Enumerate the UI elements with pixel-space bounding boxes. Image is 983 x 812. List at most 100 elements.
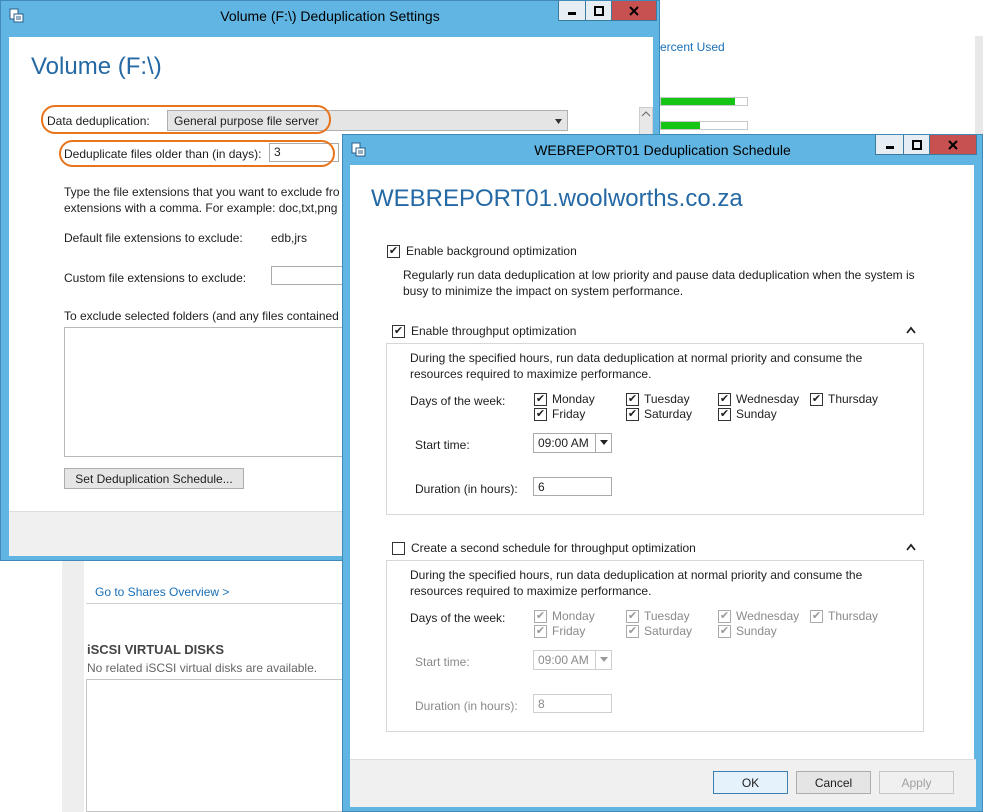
dropdown-arrow-icon (554, 115, 563, 129)
maximize-button[interactable] (585, 1, 612, 21)
bg-optimization-checkbox[interactable]: ✔ (387, 244, 400, 258)
schedule2-start-time-select: 09:00 AM (533, 650, 612, 670)
throughput-optimization-label: Enable throughput optimization (411, 324, 577, 338)
volume-dialog-scrollbar[interactable] (639, 107, 653, 135)
schedule2-start-label: Start time: (415, 655, 470, 669)
schedule2-days-label: Days of the week: (410, 611, 506, 625)
checkbox: ✔ (626, 609, 639, 623)
extension-help-line1: Type the file extensions that you want t… (64, 185, 340, 199)
checkbox: ✔ (810, 609, 823, 623)
percent-used-column-header[interactable]: ercent Used (660, 40, 725, 54)
excluded-folders-list[interactable] (64, 327, 354, 457)
schedule2-duration-label: Duration (in hours): (415, 699, 518, 713)
minimize-button[interactable] (558, 1, 586, 21)
schedule2-duration-input: 8 (533, 694, 612, 713)
day-checkbox-friday[interactable]: ✔ Friday (534, 407, 585, 421)
checkbox[interactable]: ✔ (534, 392, 547, 406)
checkbox: ✔ (534, 624, 547, 638)
minimize-button[interactable] (875, 135, 904, 155)
schedule2-desc-2: resources required to maximize performan… (410, 584, 652, 598)
custom-ext-input[interactable] (271, 266, 351, 285)
schedule1-start-time-select[interactable]: 09:00 AM (533, 433, 612, 453)
close-button[interactable] (611, 1, 657, 21)
ok-button[interactable]: OK (713, 771, 788, 794)
schedule1-duration-label: Duration (in hours): (415, 482, 518, 496)
usage-bar (660, 121, 748, 130)
usage-bar (660, 97, 748, 106)
checkbox[interactable]: ✔ (718, 407, 731, 421)
second-schedule-row[interactable]: Create a second schedule for throughput … (392, 541, 696, 555)
chevron-up-icon[interactable] (906, 543, 916, 551)
maximize-icon (911, 139, 922, 150)
checkbox: ✔ (718, 624, 731, 638)
highlight-ellipse (59, 140, 335, 167)
shares-overview-link[interactable]: Go to Shares Overview > (95, 585, 229, 599)
schedule-dialog-body: WEBREPORT01.woolworths.co.za ✔ Enable ba… (350, 165, 976, 807)
iscsi-list-box (86, 679, 346, 812)
day-checkbox-friday: ✔ Friday (534, 624, 585, 638)
day-label: Monday (552, 609, 595, 623)
set-schedule-button[interactable]: Set Deduplication Schedule... (64, 468, 244, 489)
second-schedule-checkbox[interactable] (392, 541, 405, 555)
throughput-optimization-row[interactable]: ✔ Enable throughput optimization (392, 324, 576, 338)
minimize-icon (885, 145, 894, 149)
throughput-optimization-checkbox[interactable]: ✔ (392, 324, 405, 338)
iscsi-section-title: iSCSI VIRTUAL DISKS (87, 642, 225, 657)
checkbox: ✔ (534, 609, 547, 623)
day-checkbox-saturday: ✔ Saturday (626, 624, 692, 638)
day-label: Sunday (736, 407, 777, 421)
maximize-button[interactable] (903, 135, 930, 155)
exclude-folders-text: To exclude selected folders (and any fil… (64, 309, 345, 323)
highlight-ellipse (41, 105, 331, 134)
schedule1-duration-input[interactable]: 6 (533, 477, 612, 496)
day-checkbox-tuesday[interactable]: ✔ Tuesday (626, 392, 690, 406)
day-checkbox-sunday[interactable]: ✔ Sunday (718, 407, 777, 421)
dropdown-arrow-icon[interactable] (595, 434, 611, 452)
day-label: Wednesday (736, 392, 800, 406)
day-label: Thursday (828, 392, 879, 406)
usage-bar-fill (661, 98, 735, 105)
day-checkbox-wednesday[interactable]: ✔ Wednesday (718, 392, 799, 406)
checkbox[interactable]: ✔ (810, 392, 823, 406)
maximize-icon (593, 5, 604, 16)
day-label: Saturday (644, 407, 693, 421)
day-checkbox-thursday[interactable]: ✔ Thursday (810, 392, 878, 406)
day-label: Wednesday (736, 609, 800, 623)
schedule-dialog-footer: OK Cancel Apply (350, 759, 976, 807)
schedule-dialog-titlebar[interactable]: WEBREPORT01 Deduplication Schedule (343, 135, 982, 165)
day-checkbox-monday[interactable]: ✔ Monday (534, 392, 595, 406)
day-checkbox-thursday: ✔ Thursday (810, 609, 878, 623)
schedule1-panel: During the specified hours, run data ded… (386, 343, 924, 515)
custom-ext-label: Custom file extensions to exclude: (64, 271, 247, 285)
apply-button[interactable]: Apply (879, 771, 954, 794)
bg-optimization-desc-1: Regularly run data deduplication at low … (403, 268, 915, 282)
iscsi-empty-text: No related iSCSI virtual disks are avail… (87, 661, 318, 675)
day-label: Sunday (736, 624, 777, 638)
volume-dialog-titlebar[interactable]: Volume (F:\) Deduplication Settings (1, 1, 659, 31)
left-panel-strip (62, 560, 84, 812)
divider (86, 603, 342, 604)
day-checkbox-saturday[interactable]: ✔ Saturday (626, 407, 692, 421)
minimize-icon (568, 11, 576, 15)
checkbox[interactable]: ✔ (626, 392, 639, 406)
bg-optimization-desc-2: busy to minimize the impact on system pe… (403, 284, 684, 298)
day-checkbox-tuesday: ✔ Tuesday (626, 609, 690, 623)
chevron-up-icon[interactable] (906, 326, 916, 334)
extension-help-line2: extensions with a comma. For example: do… (64, 201, 338, 215)
close-button[interactable] (929, 135, 977, 155)
schedule1-days-label: Days of the week: (410, 394, 506, 408)
schedule1-desc-2: resources required to maximize performan… (410, 367, 652, 381)
checkbox[interactable]: ✔ (718, 392, 731, 406)
bg-optimization-row[interactable]: ✔ Enable background optimization (387, 244, 577, 258)
cancel-button[interactable]: Cancel (796, 771, 871, 794)
dropdown-arrow-icon (595, 651, 611, 669)
day-label: Thursday (828, 609, 879, 623)
checkbox[interactable]: ✔ (534, 407, 547, 421)
day-label: Friday (552, 624, 586, 638)
checkbox[interactable]: ✔ (626, 407, 639, 421)
schedule1-start-time-value: 09:00 AM (538, 436, 589, 450)
bg-optimization-label: Enable background optimization (406, 244, 577, 258)
day-label: Tuesday (644, 609, 690, 623)
close-icon (948, 139, 958, 150)
checkbox: ✔ (718, 609, 731, 623)
